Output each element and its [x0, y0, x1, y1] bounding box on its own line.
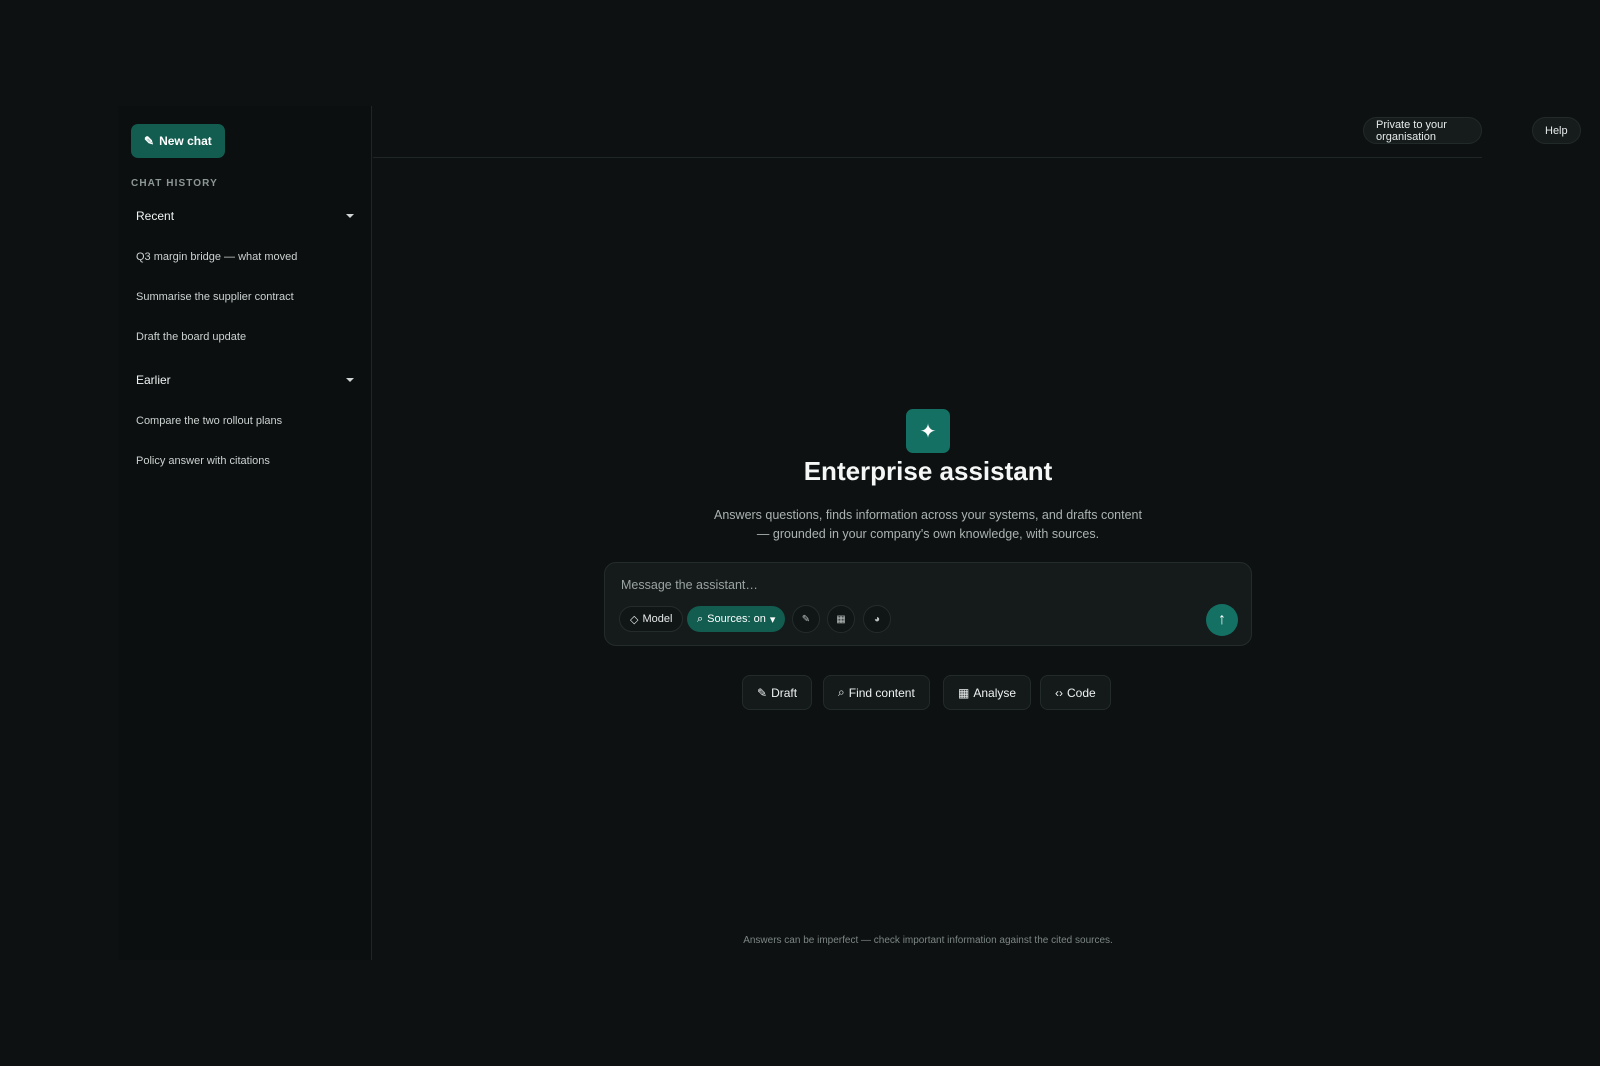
search-icon: ⌕: [697, 612, 704, 625]
action-label: Analyse: [973, 685, 1017, 700]
message-composer: ◇ Model ⌕ Sources: on ▾ ✎ ▦ ◕ ↑: [604, 562, 1252, 646]
model-label: Model: [642, 613, 673, 625]
action-label: Draft: [771, 685, 798, 700]
code-button[interactable]: ‹› Code: [1040, 675, 1111, 710]
pencil-icon: ✎: [144, 134, 155, 148]
table-icon: ▦: [958, 685, 970, 700]
model-selector[interactable]: ◇ Model: [619, 606, 684, 632]
chevron-down-icon: [346, 214, 354, 218]
diamond-icon: ◇: [630, 613, 639, 626]
sources-label: Sources: on: [707, 613, 766, 625]
draft-button[interactable]: ✎ Draft: [742, 675, 813, 710]
analyse-button[interactable]: ▦ Analyse: [943, 675, 1032, 710]
pencil-icon: ✎: [757, 685, 768, 700]
sparkle-icon: ✦: [906, 409, 950, 453]
history-item[interactable]: Compare the two rollout plans: [136, 415, 282, 427]
chevron-down-icon: ▾: [769, 613, 776, 626]
send-button[interactable]: ↑: [1206, 604, 1238, 636]
pencil-icon[interactable]: ✎: [792, 605, 820, 633]
history-group-label: Recent: [136, 209, 175, 223]
code-icon: ‹›: [1055, 685, 1063, 700]
disclaimer-note: Answers can be imperfect — check importa…: [743, 935, 1113, 946]
history-group-earlier[interactable]: Earlier: [136, 373, 356, 387]
app-frame: ✎ New chat CHAT HISTORY Recent Q3 margin…: [118, 106, 1581, 960]
sources-toggle[interactable]: ⌕ Sources: on ▾: [687, 606, 786, 632]
globe-icon[interactable]: ◕: [863, 605, 891, 633]
history-group-label: Earlier: [136, 373, 171, 387]
search-icon: ⌕: [838, 685, 845, 699]
table-icon[interactable]: ▦: [827, 605, 855, 633]
subtitle-line: Answers questions, finds information acr…: [714, 508, 1142, 522]
page-title: Enterprise assistant: [803, 456, 1053, 486]
message-input[interactable]: [619, 573, 1183, 597]
chat-history-heading: CHAT HISTORY: [131, 178, 218, 189]
privacy-badge[interactable]: Private to your organisation: [1363, 117, 1482, 144]
history-item[interactable]: Draft the board update: [136, 331, 246, 343]
new-chat-button[interactable]: ✎ New chat: [131, 124, 225, 158]
history-item[interactable]: Summarise the supplier contract: [136, 291, 294, 303]
history-item[interactable]: Q3 margin bridge — what moved: [136, 251, 297, 263]
action-label: Find content: [848, 685, 915, 700]
history-item[interactable]: Policy answer with citations: [136, 455, 270, 467]
top-bar: Private to your organisation Help: [373, 106, 1581, 158]
page-subtitle: Answers questions, finds information acr…: [678, 506, 1178, 544]
help-button[interactable]: Help: [1532, 117, 1581, 144]
subtitle-line: — grounded in your company's own knowled…: [756, 527, 1100, 541]
chevron-down-icon: [346, 378, 354, 382]
find-content-button[interactable]: ⌕ Find content: [823, 675, 930, 710]
action-label: Code: [1067, 685, 1096, 700]
new-chat-label: New chat: [159, 134, 212, 148]
history-group-recent[interactable]: Recent: [136, 209, 356, 223]
sidebar: ✎ New chat CHAT HISTORY Recent Q3 margin…: [118, 106, 372, 960]
